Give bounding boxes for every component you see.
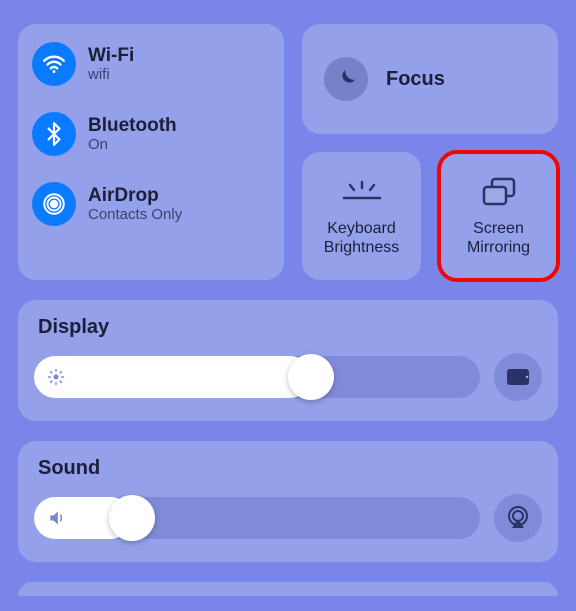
display-rect-icon — [505, 367, 531, 387]
bluetooth-status: On — [88, 136, 177, 153]
wifi-toggle[interactable]: Wi-Fi wifi — [32, 42, 270, 86]
screen-mirroring-label: Screen Mirroring — [467, 219, 530, 257]
brightness-low-icon — [46, 367, 66, 387]
sound-slider[interactable] — [34, 497, 480, 539]
focus-button[interactable]: Focus — [302, 24, 558, 134]
airdrop-icon — [32, 182, 76, 226]
display-expand-button[interactable] — [494, 353, 542, 401]
next-panel-peek — [18, 582, 558, 596]
airplay-audio-icon — [505, 505, 531, 531]
connectivity-panel: Wi-Fi wifi Bluetooth On — [18, 24, 284, 280]
keyboard-brightness-button[interactable]: Keyboard Brightness — [302, 152, 421, 280]
wifi-title: Wi-Fi — [88, 45, 134, 67]
screen-mirroring-icon — [479, 175, 519, 209]
bluetooth-title: Bluetooth — [88, 115, 177, 137]
bluetooth-toggle[interactable]: Bluetooth On — [32, 112, 270, 156]
keyboard-brightness-icon — [340, 175, 384, 209]
airdrop-status: Contacts Only — [88, 206, 182, 223]
sound-title: Sound — [38, 457, 542, 480]
airdrop-toggle[interactable]: AirDrop Contacts Only — [32, 182, 270, 226]
sound-output-button[interactable] — [494, 494, 542, 542]
focus-label: Focus — [386, 68, 445, 91]
display-panel: Display — [18, 300, 558, 421]
wifi-status: wifi — [88, 66, 134, 83]
airdrop-title: AirDrop — [88, 185, 182, 207]
display-title: Display — [38, 316, 542, 339]
display-slider[interactable] — [34, 356, 480, 398]
wifi-icon — [32, 42, 76, 86]
moon-icon — [324, 57, 368, 101]
bluetooth-icon — [32, 112, 76, 156]
screen-mirroring-button[interactable]: Screen Mirroring — [439, 152, 558, 280]
sound-panel: Sound — [18, 441, 558, 562]
volume-icon — [46, 508, 68, 528]
keyboard-brightness-label: Keyboard Brightness — [324, 219, 400, 257]
